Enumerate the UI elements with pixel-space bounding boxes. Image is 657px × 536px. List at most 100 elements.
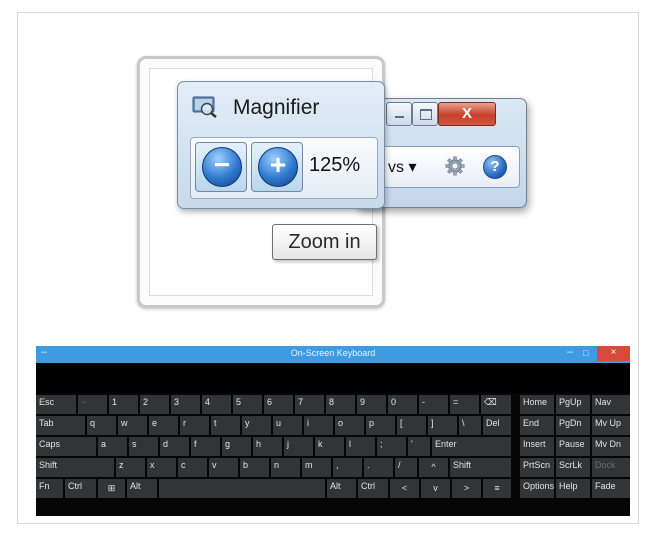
key-pause[interactable]: Pause [556,437,590,456]
key-fade[interactable]: Fade [592,479,630,498]
key-5[interactable]: 5 [233,395,262,414]
key-backspace[interactable]: ⌫ [481,395,511,414]
magnifier-title: Magnifier [233,96,320,119]
help-icon[interactable]: ? [483,155,507,179]
key-d[interactable]: d [160,437,189,456]
key-menu[interactable]: ≡ [483,479,511,498]
key-mv-up[interactable]: Mv Up [592,416,630,435]
key-1[interactable]: 1 [109,395,138,414]
key-prtscn[interactable]: PrtScn [520,458,554,477]
key-ctrl-right[interactable]: Ctrl [358,479,388,498]
windows-key-icon[interactable]: ⊞ [98,479,125,498]
close-button[interactable]: X [438,102,496,126]
key-alt-left[interactable]: Alt [127,479,157,498]
key-del[interactable]: Del [483,416,511,435]
key-arrow-left[interactable]: < [390,479,419,498]
key-z[interactable]: z [116,458,145,477]
key-mv-dn[interactable]: Mv Dn [592,437,630,456]
key-k[interactable]: k [315,437,344,456]
key-tilde[interactable]: ~ [78,395,107,414]
osk-text-preview [36,363,630,393]
key-right-bracket[interactable]: ] [428,416,457,435]
key-h[interactable]: h [253,437,282,456]
key-alt-right[interactable]: Alt [327,479,356,498]
key-b[interactable]: b [240,458,269,477]
key-r[interactable]: r [180,416,209,435]
close-icon: X [461,105,472,122]
key-arrow-up[interactable]: ^ [419,458,448,477]
key-nav[interactable]: Nav [592,395,630,414]
key-s[interactable]: s [129,437,158,456]
key-quote[interactable]: ' [408,437,430,456]
key-left-bracket[interactable]: [ [397,416,426,435]
key-dock[interactable]: Dock [592,458,630,477]
key-minus[interactable]: - [419,395,448,414]
key-v[interactable]: v [209,458,238,477]
key-arrow-right[interactable]: > [452,479,481,498]
key-pgup[interactable]: PgUp [556,395,590,414]
key-end[interactable]: End [520,416,554,435]
key-esc[interactable]: Esc [36,395,76,414]
key-q[interactable]: q [87,416,116,435]
key-comma[interactable]: , [333,458,362,477]
on-screen-keyboard-window: – On-Screen Keyboard – □ × Esc ~ 1 2 3 4… [36,346,630,516]
key-y[interactable]: y [242,416,271,435]
key-home[interactable]: Home [520,395,554,414]
key-a[interactable]: a [98,437,127,456]
key-scrlk[interactable]: ScrLk [556,458,590,477]
key-equals[interactable]: = [450,395,479,414]
key-backslash[interactable]: \ [459,416,481,435]
key-n[interactable]: n [271,458,300,477]
key-6[interactable]: 6 [264,395,293,414]
key-insert[interactable]: Insert [520,437,554,456]
key-o[interactable]: o [335,416,364,435]
key-semicolon[interactable]: ; [377,437,406,456]
key-tab[interactable]: Tab [36,416,85,435]
key-g[interactable]: g [222,437,251,456]
key-m[interactable]: m [302,458,331,477]
zoom-out-button[interactable]: − [195,142,247,192]
key-i[interactable]: i [304,416,333,435]
key-shift-left[interactable]: Shift [36,458,114,477]
key-pgdn[interactable]: PgDn [556,416,590,435]
key-f[interactable]: f [191,437,220,456]
key-j[interactable]: j [284,437,313,456]
key-x[interactable]: x [147,458,176,477]
minimize-button[interactable] [386,102,412,126]
key-slash[interactable]: / [395,458,417,477]
key-u[interactable]: u [273,416,302,435]
zoom-in-tooltip: Zoom in [272,224,377,260]
key-shift-right[interactable]: Shift [450,458,511,477]
key-w[interactable]: w [118,416,147,435]
zoom-level: 125% [309,154,361,176]
key-space[interactable] [159,479,325,498]
key-caps[interactable]: Caps [36,437,96,456]
views-dropdown[interactable]: vs ▾ [388,157,416,177]
key-l[interactable]: l [346,437,375,456]
maximize-button[interactable] [412,102,438,126]
osk-minimize-button[interactable]: – [567,346,573,358]
key-help[interactable]: Help [556,479,590,498]
key-p[interactable]: p [366,416,395,435]
key-c[interactable]: c [178,458,207,477]
key-7[interactable]: 7 [295,395,324,414]
osk-maximize-button[interactable]: □ [583,348,588,358]
osk-close-button[interactable]: × [597,346,630,361]
key-3[interactable]: 3 [171,395,200,414]
key-0[interactable]: 0 [388,395,417,414]
key-arrow-down[interactable]: v [421,479,450,498]
key-enter[interactable]: Enter [432,437,511,456]
gear-icon[interactable] [445,156,465,176]
zoom-in-button[interactable]: + [251,142,303,192]
key-options[interactable]: Options [520,479,554,498]
key-e[interactable]: e [149,416,178,435]
key-t[interactable]: t [211,416,240,435]
osk-titlebar: – On-Screen Keyboard – □ × [36,346,630,363]
key-ctrl-left[interactable]: Ctrl [65,479,96,498]
key-8[interactable]: 8 [326,395,355,414]
key-fn[interactable]: Fn [36,479,63,498]
key-4[interactable]: 4 [202,395,231,414]
key-2[interactable]: 2 [140,395,169,414]
key-9[interactable]: 9 [357,395,386,414]
key-period[interactable]: . [364,458,393,477]
